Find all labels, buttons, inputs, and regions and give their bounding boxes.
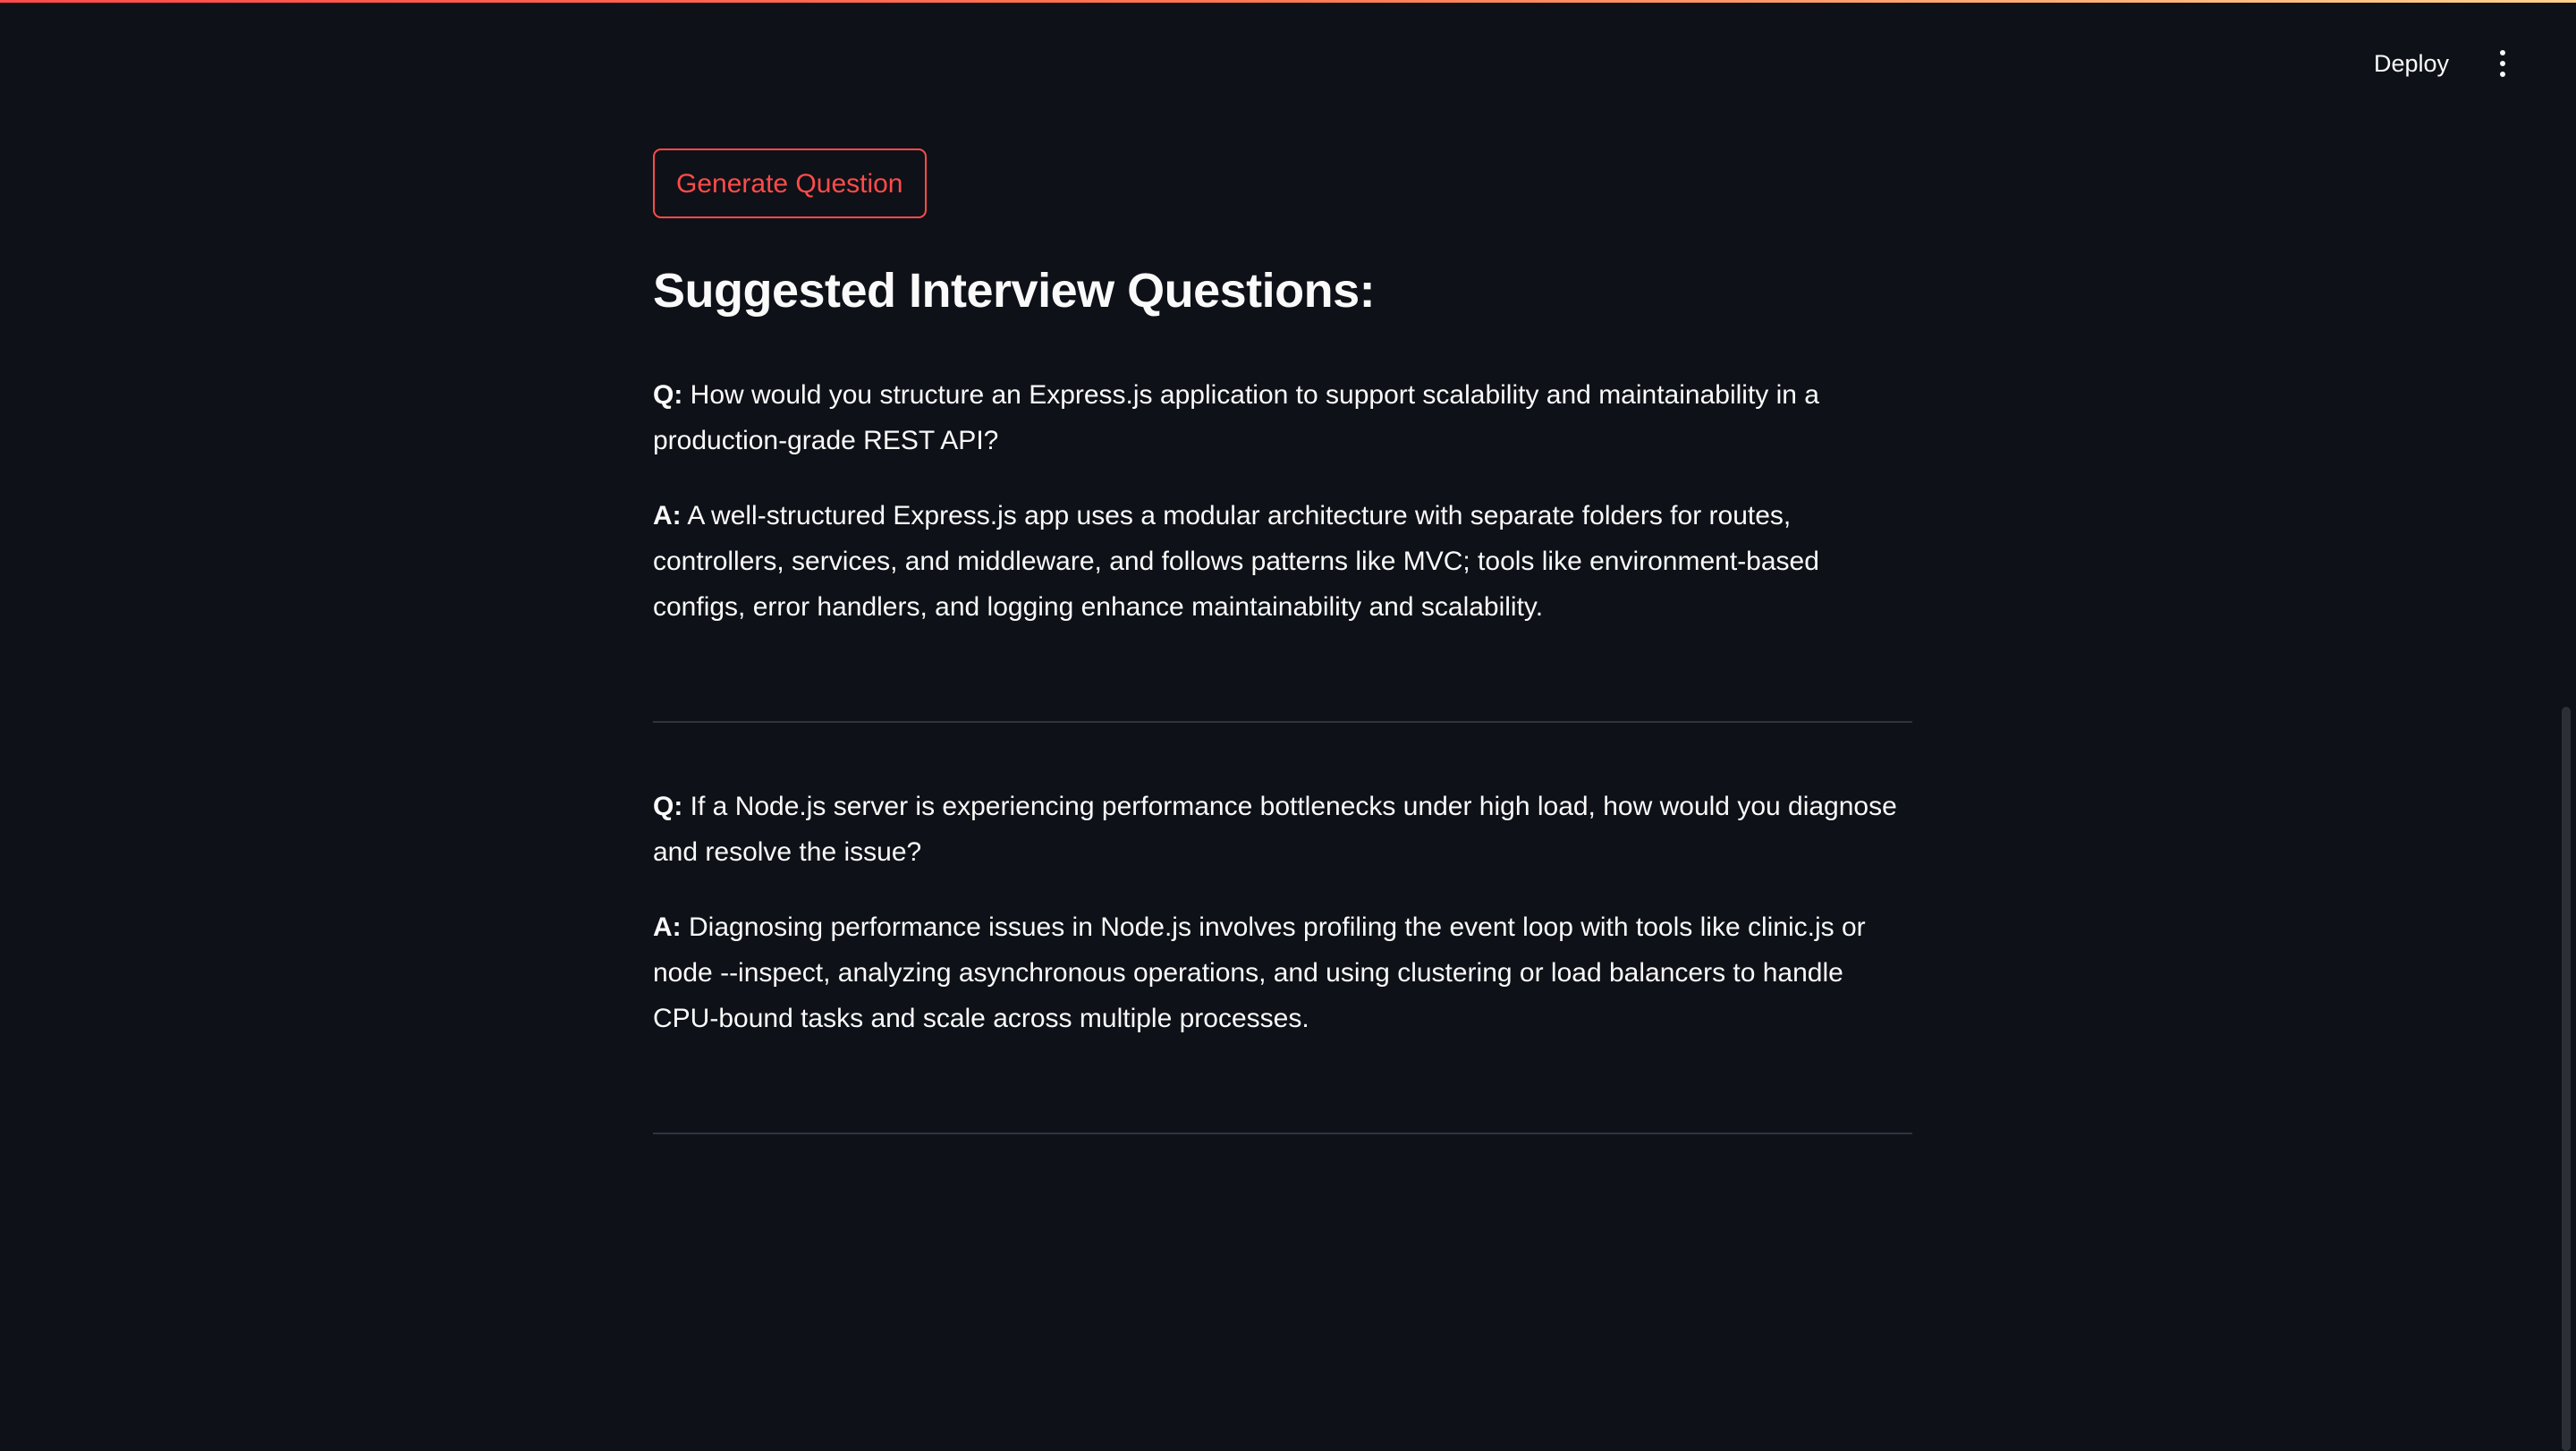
answer-body: Diagnosing performance issues in Node.js…	[653, 912, 1866, 1033]
app-header: Deploy	[0, 3, 2576, 123]
divider	[653, 721, 1912, 723]
scrollbar[interactable]	[2558, 0, 2576, 1451]
generate-question-button[interactable]: Generate Question	[653, 148, 927, 218]
divider	[653, 1133, 1912, 1134]
question-text: Q: If a Node.js server is experiencing p…	[653, 784, 1912, 875]
answer-prefix: A:	[653, 912, 682, 942]
question-prefix: Q:	[653, 380, 683, 410]
answer-body: A well-structured Express.js app uses a …	[653, 501, 1819, 622]
answer-text: A: A well-structured Express.js app uses…	[653, 493, 1912, 630]
qa-item: Q: If a Node.js server is experiencing p…	[653, 784, 1912, 1041]
vertical-dots-icon	[2500, 50, 2505, 55]
main-content: Generate Question Suggested Interview Qu…	[653, 148, 1912, 1134]
question-body: If a Node.js server is experiencing perf…	[653, 792, 1897, 867]
qa-item: Q: How would you structure an Express.js…	[653, 372, 1912, 630]
answer-prefix: A:	[653, 501, 682, 530]
question-text: Q: How would you structure an Express.js…	[653, 372, 1912, 463]
answer-text: A: Diagnosing performance issues in Node…	[653, 904, 1912, 1041]
scrollbar-thumb[interactable]	[2562, 707, 2571, 1451]
deploy-button[interactable]: Deploy	[2363, 43, 2460, 85]
question-body: How would you structure an Express.js ap…	[653, 380, 1819, 455]
question-prefix: Q:	[653, 792, 683, 821]
main-menu-button[interactable]	[2487, 46, 2519, 81]
page-title: Suggested Interview Questions:	[653, 264, 1376, 318]
